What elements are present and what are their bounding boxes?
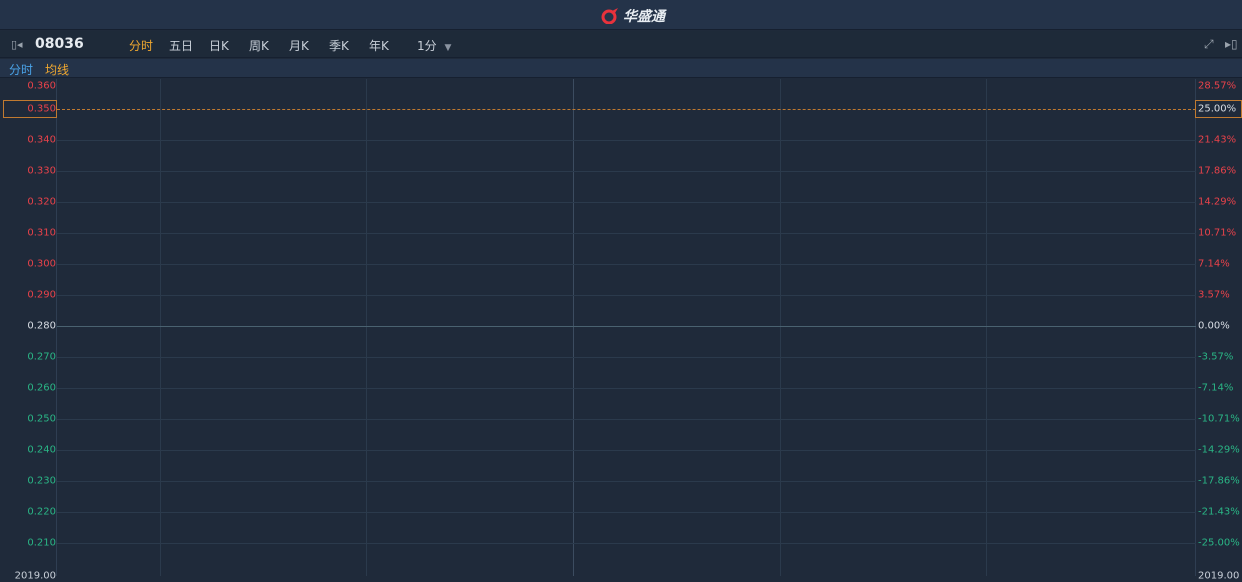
logo-icon	[601, 8, 618, 24]
price-label: 0.310	[27, 227, 56, 239]
grid-hline	[57, 233, 1196, 234]
title-bar: 华盛通	[0, 0, 1242, 30]
percent-label: 17.86%	[1198, 165, 1237, 177]
grid-hline	[57, 295, 1196, 296]
price-label: 0.240	[27, 444, 56, 456]
grid-vline	[780, 79, 781, 576]
percent-cursor-box	[1195, 100, 1242, 118]
intraday-chart[interactable]: 0.360 28.57% 0.350 25.00% 0.340 21.43% 0.330 17…	[0, 79, 1242, 582]
grid-hline	[57, 140, 1196, 141]
price-label: 0.280	[27, 320, 56, 332]
stock-code: 08036	[35, 36, 84, 52]
percent-label: 10.71%	[1198, 227, 1237, 239]
right-axis-line	[1195, 79, 1196, 576]
grid-hline	[57, 543, 1196, 544]
grid-hline	[57, 202, 1196, 203]
interval-value: 1分	[417, 39, 437, 53]
percent-label: -17.86%	[1198, 475, 1240, 487]
grid-hline	[57, 512, 1196, 513]
time-label-right: 2019.00	[1198, 570, 1240, 582]
percent-label: -14.29%	[1198, 444, 1240, 456]
price-label: 0.260	[27, 382, 56, 394]
price-label: 0.270	[27, 351, 56, 363]
percent-label: -21.43%	[1198, 506, 1240, 518]
collapse-right-icon[interactable]: ▸▯	[1225, 37, 1238, 51]
grid-vline-mid	[573, 79, 574, 576]
price-label: 0.300	[27, 258, 56, 270]
interval-dropdown[interactable]: 1分 ▼	[417, 37, 451, 54]
tab-five-day[interactable]: 五日	[169, 37, 193, 54]
price-label: 0.290	[27, 289, 56, 301]
app-title: 华盛通	[623, 9, 665, 25]
grid-vline	[160, 79, 161, 576]
tab-daily-k[interactable]: 日K	[209, 37, 229, 54]
percent-label: 3.57%	[1198, 289, 1230, 301]
grid-hline	[57, 264, 1196, 265]
grid-vline	[986, 79, 987, 576]
price-cursor-box	[3, 100, 57, 118]
collapse-left-icon[interactable]: ▯◂	[11, 38, 23, 51]
price-label: 0.360	[27, 80, 56, 92]
chevron-down-icon: ▼	[444, 43, 452, 53]
grid-hline	[57, 357, 1196, 358]
price-label: 0.320	[27, 196, 56, 208]
percent-label: 28.57%	[1198, 80, 1237, 92]
tab-yearly-k[interactable]: 年K	[369, 37, 389, 54]
price-label: 0.250	[27, 413, 56, 425]
price-label: 0.210	[27, 537, 56, 549]
percent-label: 7.14%	[1198, 258, 1230, 270]
legend-average-line: 均线	[45, 63, 70, 77]
fullscreen-icon[interactable]: ⤢	[1204, 37, 1214, 52]
price-label: 0.330	[27, 165, 56, 177]
tab-monthly-k[interactable]: 月K	[289, 37, 309, 54]
grid-vline	[366, 79, 367, 576]
percent-label: -25.00%	[1198, 537, 1240, 549]
app-logo: 华盛通	[600, 6, 665, 26]
price-label: 0.230	[27, 475, 56, 487]
tab-weekly-k[interactable]: 周K	[249, 37, 269, 54]
grid-hline	[57, 450, 1196, 451]
crosshair-line	[57, 109, 1196, 110]
percent-label: 0.00%	[1198, 320, 1230, 332]
tab-quarterly-k[interactable]: 季K	[329, 37, 349, 54]
time-label-left: 2019.00	[14, 570, 56, 582]
price-label: 0.340	[27, 134, 56, 146]
percent-label: -10.71%	[1198, 413, 1240, 425]
grid-hline	[57, 388, 1196, 389]
left-axis-line	[56, 79, 57, 576]
indicator-bar: 分时 均线	[0, 59, 1242, 78]
price-label: 0.220	[27, 506, 56, 518]
grid-hline	[57, 171, 1196, 172]
percent-label: 21.43%	[1198, 134, 1237, 146]
prev-close-line	[57, 326, 1196, 327]
tab-intraday[interactable]: 分时	[129, 37, 153, 54]
toolbar: ▯◂ 08036 分时 五日 日K 周K 月K 季K 年K 1分 ▼ ⤢ ▸▯	[0, 31, 1242, 58]
grid-hline	[57, 419, 1196, 420]
grid-hline	[57, 481, 1196, 482]
percent-label: 14.29%	[1198, 196, 1237, 208]
percent-label: -3.57%	[1198, 351, 1234, 363]
percent-label: -7.14%	[1198, 382, 1234, 394]
legend-time-share: 分时	[9, 63, 34, 77]
